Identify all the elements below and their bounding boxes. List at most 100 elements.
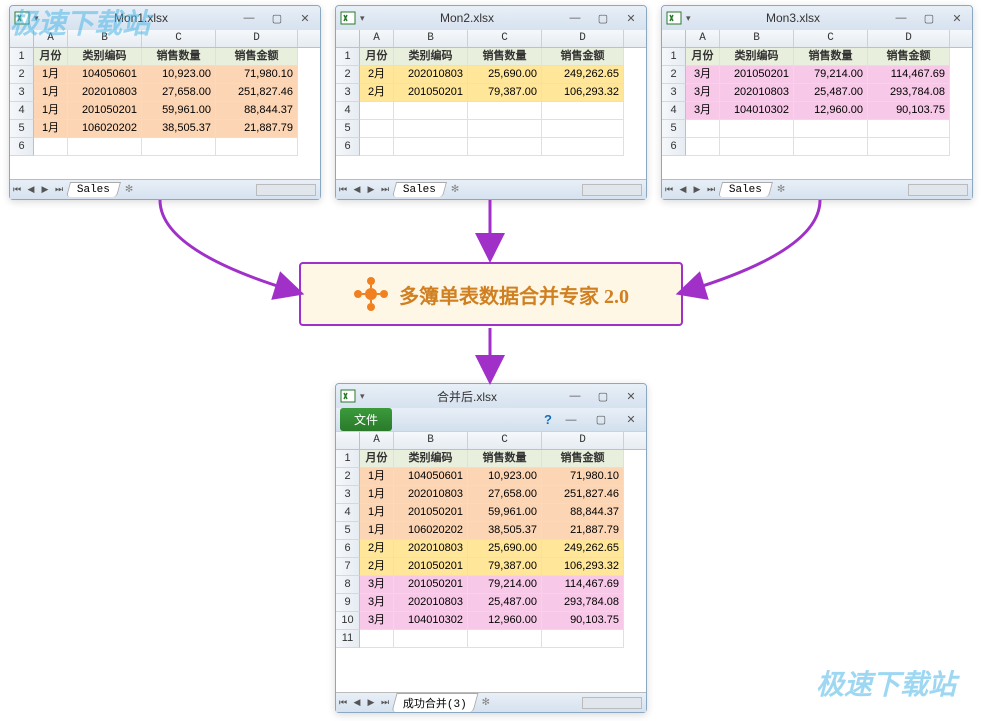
maximize-button[interactable]: ▢ (266, 11, 288, 25)
row-header[interactable]: 1 (10, 48, 34, 66)
cell[interactable]: 38,505.37 (142, 120, 216, 138)
cell[interactable] (468, 102, 542, 120)
cell[interactable]: 59,961.00 (468, 504, 542, 522)
cell[interactable]: 201050201 (720, 66, 794, 84)
row-header[interactable]: 4 (10, 102, 34, 120)
cell[interactable] (868, 120, 950, 138)
tab-last-icon[interactable]: ⏭ (378, 697, 392, 708)
cell[interactable]: 59,961.00 (142, 102, 216, 120)
maximize-button[interactable]: ▢ (592, 11, 614, 25)
cell-header[interactable]: 类别编码 (720, 48, 794, 66)
cell[interactable]: 249,262.65 (542, 66, 624, 84)
cell[interactable] (394, 630, 468, 648)
cell[interactable]: 12,960.00 (794, 102, 868, 120)
cell-header[interactable]: 销售数量 (468, 450, 542, 468)
cell[interactable]: 3月 (686, 102, 720, 120)
cell[interactable]: 79,387.00 (468, 558, 542, 576)
cell[interactable]: 25,487.00 (794, 84, 868, 102)
cell[interactable]: 3月 (360, 576, 394, 594)
row-header[interactable]: 1 (662, 48, 686, 66)
cell[interactable]: 1月 (34, 120, 68, 138)
tab-prev-icon[interactable]: ◀ (24, 184, 38, 195)
cell[interactable]: 251,827.46 (542, 486, 624, 504)
row-header[interactable]: 4 (336, 504, 360, 522)
cell[interactable]: 1月 (360, 504, 394, 522)
cell[interactable]: 2月 (360, 84, 394, 102)
doc-maximize-button[interactable]: ▢ (590, 413, 612, 427)
cell-header[interactable]: 月份 (360, 450, 394, 468)
cell[interactable]: 1月 (34, 84, 68, 102)
row-header[interactable]: 7 (336, 558, 360, 576)
cell[interactable] (720, 138, 794, 156)
minimize-button[interactable]: — (564, 389, 586, 403)
cell[interactable] (68, 138, 142, 156)
cell[interactable]: 21,887.79 (216, 120, 298, 138)
cell[interactable]: 3月 (686, 66, 720, 84)
spreadsheet-grid[interactable]: A B C D 1 月份 类别编码 销售数量 销售金额2 2月 20201080… (336, 30, 646, 179)
close-button[interactable]: ✕ (946, 11, 968, 25)
sheet-tab[interactable]: Sales (392, 182, 447, 197)
row-header[interactable]: 9 (336, 594, 360, 612)
cell-header[interactable]: 月份 (360, 48, 394, 66)
row-header[interactable]: 8 (336, 576, 360, 594)
cell[interactable] (394, 120, 468, 138)
cell[interactable]: 202010803 (68, 84, 142, 102)
cell[interactable] (542, 630, 624, 648)
row-header[interactable]: 4 (336, 102, 360, 120)
minimize-button[interactable]: — (238, 11, 260, 25)
cell[interactable]: 2月 (360, 558, 394, 576)
cell[interactable]: 25,487.00 (468, 594, 542, 612)
horizontal-scrollbar[interactable] (582, 697, 642, 709)
row-header[interactable]: 3 (336, 486, 360, 504)
cell[interactable]: 201050201 (394, 84, 468, 102)
cell[interactable]: 293,784.08 (868, 84, 950, 102)
cell[interactable]: 71,980.10 (216, 66, 298, 84)
cell[interactable]: 201050201 (394, 576, 468, 594)
cell[interactable] (542, 120, 624, 138)
cell[interactable] (394, 102, 468, 120)
cell[interactable]: 114,467.69 (868, 66, 950, 84)
cell[interactable]: 12,960.00 (468, 612, 542, 630)
col-header-c[interactable]: C (142, 30, 216, 47)
cell[interactable]: 201050201 (394, 504, 468, 522)
horizontal-scrollbar[interactable] (582, 184, 642, 196)
tab-prev-icon[interactable]: ◀ (676, 184, 690, 195)
row-header[interactable]: 11 (336, 630, 360, 648)
cell[interactable]: 79,214.00 (794, 66, 868, 84)
select-all-corner[interactable] (10, 30, 34, 47)
cell[interactable]: 114,467.69 (542, 576, 624, 594)
maximize-button[interactable]: ▢ (592, 389, 614, 403)
select-all-corner[interactable] (662, 30, 686, 47)
horizontal-scrollbar[interactable] (256, 184, 316, 196)
cell[interactable] (686, 138, 720, 156)
tab-last-icon[interactable]: ⏭ (704, 184, 718, 195)
cell[interactable]: 104050601 (68, 66, 142, 84)
row-header[interactable]: 2 (10, 66, 34, 84)
tab-next-icon[interactable]: ▶ (690, 184, 704, 195)
cell[interactable]: 104050601 (394, 468, 468, 486)
cell[interactable]: 201050201 (394, 558, 468, 576)
cell[interactable]: 21,887.79 (542, 522, 624, 540)
cell-header[interactable]: 销售数量 (142, 48, 216, 66)
cell-header[interactable]: 销售数量 (794, 48, 868, 66)
col-header-c[interactable]: C (794, 30, 868, 47)
maximize-button[interactable]: ▢ (918, 11, 940, 25)
col-header-b[interactable]: B (720, 30, 794, 47)
cell[interactable] (468, 120, 542, 138)
cell[interactable]: 202010803 (394, 594, 468, 612)
row-header[interactable]: 2 (336, 66, 360, 84)
cell[interactable]: 3月 (686, 84, 720, 102)
row-header[interactable]: 5 (662, 120, 686, 138)
doc-close-button[interactable]: ✕ (620, 413, 642, 427)
row-header[interactable]: 5 (10, 120, 34, 138)
row-header[interactable]: 6 (336, 540, 360, 558)
col-header-c[interactable]: C (468, 432, 542, 449)
titlebar[interactable]: ▾ Mon2.xlsx — ▢ ✕ (336, 6, 646, 30)
cell[interactable]: 27,658.00 (142, 84, 216, 102)
row-header[interactable]: 6 (662, 138, 686, 156)
cell[interactable]: 1月 (360, 468, 394, 486)
cell[interactable]: 38,505.37 (468, 522, 542, 540)
cell[interactable]: 1月 (34, 102, 68, 120)
cell[interactable] (360, 120, 394, 138)
row-header[interactable]: 6 (10, 138, 34, 156)
